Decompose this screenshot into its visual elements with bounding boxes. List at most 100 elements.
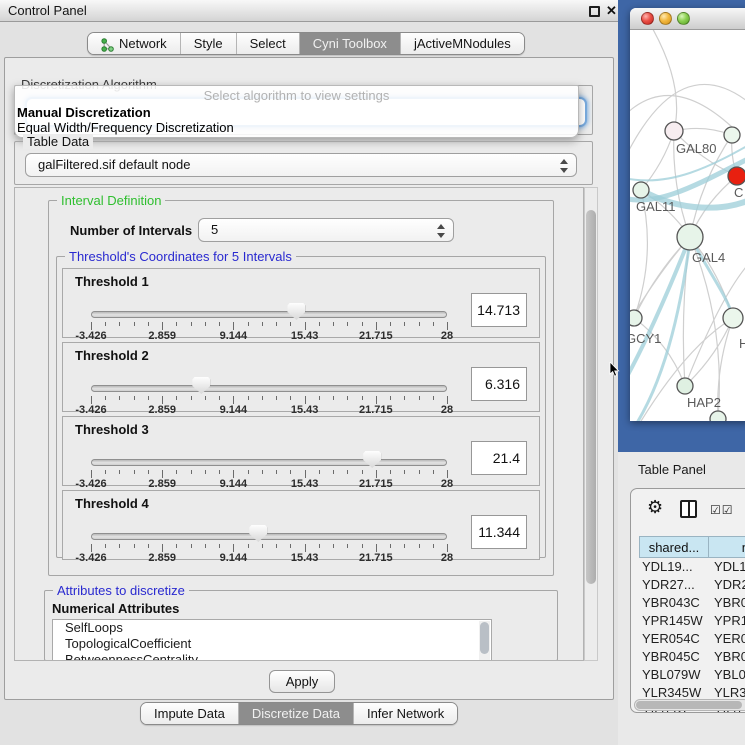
tick-label: 28 xyxy=(441,330,453,342)
attribute-item-topologicalcoefficient[interactable]: TopologicalCoefficient xyxy=(53,636,491,652)
table-cell: YDL19... xyxy=(639,558,709,576)
tick-label: 2.859 xyxy=(148,552,176,564)
table-cell: YBL079W xyxy=(639,666,709,684)
table-row[interactable]: YDR27...YDR2 xyxy=(639,576,745,594)
network-node-c[interactable] xyxy=(728,167,745,185)
threshold-value-field[interactable]: 11.344 xyxy=(471,515,527,549)
network-node-gal4[interactable] xyxy=(677,224,703,250)
tab-infer-network[interactable]: Infer Network xyxy=(354,703,457,724)
table-body: YDL19...YDL1YDR27...YDR2YBR043CYBR0YPR14… xyxy=(639,558,745,713)
tab-style[interactable]: Style xyxy=(181,33,237,54)
algorithm-option-manual-discretization[interactable]: Manual Discretization xyxy=(17,105,151,120)
table-row[interactable]: YPR145WYPR1 xyxy=(639,612,745,630)
table-data-combo[interactable]: galFiltered.sif default node xyxy=(25,153,577,177)
table-row[interactable]: YBL079WYBL0 xyxy=(639,666,745,684)
bottom-tab-bar: Impute Data Discretize Data Infer Network xyxy=(140,702,458,725)
table-data-combo-value: galFiltered.sif default node xyxy=(38,157,190,172)
threshold-value-field[interactable]: 6.316 xyxy=(471,367,527,401)
threshold-value-field[interactable]: 21.4 xyxy=(471,441,527,475)
threshold-value-field[interactable]: 14.713 xyxy=(471,293,527,327)
tab-cyni-toolbox[interactable]: Cyni Toolbox xyxy=(300,33,401,54)
horizontal-scrollbar-thumb[interactable] xyxy=(636,701,742,709)
close-traffic-light[interactable] xyxy=(641,12,654,25)
table-row[interactable]: YDL19...YDL1 xyxy=(639,558,745,576)
stepper-arrows-icon xyxy=(437,223,445,239)
stepper-arrows-icon xyxy=(560,158,568,174)
attributes-group-label: Attributes to discretize xyxy=(53,583,189,598)
tick-label: -3.426 xyxy=(75,404,106,416)
attribute-item-betweennesscentrality[interactable]: BetweennessCentrality xyxy=(53,652,491,661)
slider-tick-labels: -3.4262.8599.14415.4321.71528 xyxy=(91,552,447,564)
list-scrollbar-thumb[interactable] xyxy=(480,622,489,654)
tick-label: 9.144 xyxy=(220,552,248,564)
close-icon[interactable]: ✕ xyxy=(606,3,617,19)
table-row[interactable]: YBR045CYBR0 xyxy=(639,648,745,666)
table-panel: Table Panel ⚙ ☑☑ shared...na YDL19...YDL… xyxy=(618,452,745,745)
slider-track[interactable] xyxy=(91,385,447,392)
threshold-slider[interactable]: -3.4262.8599.14415.4321.71528 xyxy=(63,491,539,559)
table-cell: YDR2 xyxy=(709,576,745,594)
table-cell: YBR0 xyxy=(709,648,745,666)
tab-label: Discretize Data xyxy=(252,703,340,724)
horizontal-scrollbar[interactable] xyxy=(634,699,745,711)
main-scrollbar[interactable] xyxy=(584,187,598,661)
minimize-traffic-light[interactable] xyxy=(659,12,672,25)
table-cell: YPR145W xyxy=(639,612,709,630)
list-scrollbar[interactable] xyxy=(479,621,490,660)
network-node[interactable] xyxy=(710,411,726,421)
checkbox-icons[interactable]: ☑☑ xyxy=(710,503,734,517)
network-node-gal11[interactable] xyxy=(633,182,649,198)
number-of-intervals-value: 5 xyxy=(211,222,218,237)
main-scrollbar-thumb[interactable] xyxy=(586,210,596,584)
slider-track[interactable] xyxy=(91,459,447,466)
threshold-slider[interactable]: -3.4262.8599.14415.4321.71528 xyxy=(63,343,539,411)
tick-label: 28 xyxy=(441,552,453,564)
tab-impute-data[interactable]: Impute Data xyxy=(141,703,239,724)
tick-label: 15.43 xyxy=(291,552,319,564)
table-panel-title: Table Panel xyxy=(638,462,706,477)
slider-tick-labels: -3.4262.8599.14415.4321.71528 xyxy=(91,478,447,490)
node-label-c: C xyxy=(734,185,743,200)
network-view-canvas[interactable]: GAL80CGAL11GAL4GCY1HHAP2 xyxy=(630,30,745,421)
column-header-1[interactable]: na xyxy=(708,536,745,558)
zoom-traffic-light[interactable] xyxy=(677,12,690,25)
tab-jactivemnodules[interactable]: jActiveMNodules xyxy=(401,33,524,54)
threshold-slider[interactable]: -3.4262.8599.14415.4321.71528 xyxy=(63,417,539,485)
network-node-hap2[interactable] xyxy=(677,378,693,394)
number-of-intervals-combo[interactable]: 5 xyxy=(198,218,454,242)
attr-items: SelfLoopsTopologicalCoefficientBetweenne… xyxy=(53,620,491,661)
split-view-icon[interactable] xyxy=(680,500,697,518)
table-row[interactable]: YBR043CYBR0 xyxy=(639,594,745,612)
threshold-panel: Threshold 3 -3.4262.8599.14415.4321.7152… xyxy=(62,416,540,486)
network-node[interactable] xyxy=(724,127,740,143)
tab-discretize-data[interactable]: Discretize Data xyxy=(239,703,354,724)
attribute-item-selfloops[interactable]: SelfLoops xyxy=(53,620,491,636)
column-header-0[interactable]: shared... xyxy=(639,536,709,558)
popup-placeholder: Select algorithm to view settings xyxy=(15,88,578,103)
tab-label: jActiveMNodules xyxy=(414,33,511,54)
algorithm-option-equal-width-frequency-discretization[interactable]: Equal Width/Frequency Discretization xyxy=(17,120,234,135)
tick-label: 28 xyxy=(441,404,453,416)
tick-label: 2.859 xyxy=(148,404,176,416)
table-header: shared...na xyxy=(639,536,745,558)
table-cell: YBR0 xyxy=(709,594,745,612)
threshold-slider[interactable]: -3.4262.8599.14415.4321.71528 xyxy=(63,269,539,337)
network-node-h[interactable] xyxy=(723,308,743,328)
gear-icon[interactable]: ⚙ xyxy=(647,497,663,518)
network-node-gcy1[interactable] xyxy=(630,310,642,326)
apply-button[interactable]: Apply xyxy=(269,670,335,693)
tab-select[interactable]: Select xyxy=(237,33,300,54)
tick-label: 21.715 xyxy=(359,404,393,416)
table-data-group-label: Table Data xyxy=(23,134,93,149)
tab-network[interactable]: Network xyxy=(88,33,181,54)
float-window-icon[interactable] xyxy=(589,6,600,17)
table-cell: YDR27... xyxy=(639,576,709,594)
table-row[interactable]: YER054CYER0 xyxy=(639,630,745,648)
network-node-gal80[interactable] xyxy=(665,122,683,140)
slider-track[interactable] xyxy=(91,311,447,318)
numerical-attributes-list[interactable]: SelfLoopsTopologicalCoefficientBetweenne… xyxy=(52,619,492,661)
table-cell: YDL1 xyxy=(709,558,745,576)
interval-definition-label: Interval Definition xyxy=(57,193,165,208)
slider-track[interactable] xyxy=(91,533,447,540)
algorithm-dropdown-popup: Select algorithm to view settings Manual… xyxy=(14,85,579,138)
